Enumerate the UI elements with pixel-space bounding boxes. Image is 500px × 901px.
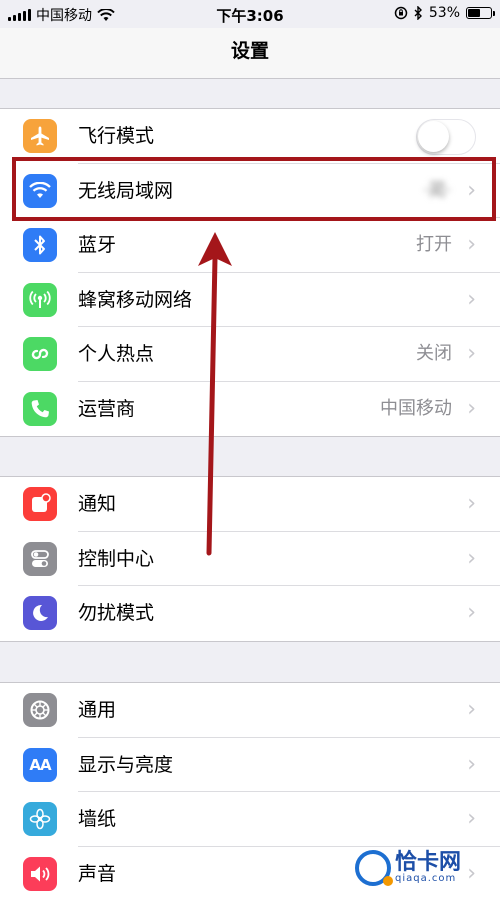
row-label: 飞行模式 [78,109,154,163]
row-cellular[interactable]: 蜂窝移动网络 › [0,273,500,328]
row-do-not-disturb[interactable]: 勿扰模式 › [0,586,500,641]
gear-icon [23,693,57,727]
row-label: 显示与亮度 [78,738,173,792]
row-label: 通知 [78,477,116,531]
watermark-mark-icon [355,850,391,886]
wifi-icon [23,174,57,208]
status-right: 53% [394,5,492,21]
moon-icon [23,596,57,630]
hotspot-icon [23,337,57,371]
signal-icon [8,9,31,21]
row-control-center[interactable]: 控制中心 › [0,532,500,587]
chevron-right-icon: › [467,327,476,381]
control-center-icon [23,542,57,576]
row-airplane-mode[interactable]: 飞行模式 [0,109,500,164]
page-title: 设置 [0,28,500,74]
cellular-icon [23,283,57,317]
chevron-right-icon: › [467,738,476,792]
watermark-title: 恰卡网 [395,852,461,874]
chevron-right-icon: › [467,532,476,586]
row-label: 蜂窝移动网络 [78,273,192,327]
battery-level [468,9,480,17]
airplane-icon [23,119,57,153]
row-label: 蓝牙 [78,218,116,272]
row-label: 无线局域网 [78,164,173,218]
row-notifications[interactable]: 通知 › [0,477,500,532]
chevron-right-icon: › [467,683,476,737]
bluetooth-icon [414,6,423,20]
row-label: 墙纸 [78,792,116,846]
toggle-knob [418,121,449,152]
chevron-right-icon: › [467,586,476,640]
chevron-right-icon: › [467,792,476,846]
wallpaper-icon [23,802,57,836]
wifi-network-name: ·蔺· [423,164,452,218]
row-label: 运营商 [78,382,135,436]
row-bluetooth[interactable]: 蓝牙 打开 › [0,218,500,273]
nav-bar: 设置 [0,28,500,79]
row-label: 声音 [78,847,116,901]
chevron-right-icon: › [467,164,476,218]
display-icon: AA [23,748,57,782]
chevron-right-icon: › [467,477,476,531]
battery-icon [466,7,492,19]
bluetooth-status: 打开 [416,218,452,272]
status-bar: 中国移动 下午3:06 53% [0,0,500,28]
row-carrier[interactable]: 运营商 中国移动 › [0,382,500,437]
row-general[interactable]: 通用 › [0,683,500,738]
watermark-text: 恰卡网 qiaqa.com [395,852,461,884]
row-wallpaper[interactable]: 墙纸 › [0,792,500,847]
chevron-right-icon: › [467,218,476,272]
settings-group-connectivity: 飞行模式 无线局域网 ·蔺· › 蓝牙 打开 › 蜂窝移动网络 › 个人热点 关… [0,108,500,437]
battery-percent: 53% [429,5,460,21]
settings-group-system: 通知 › 控制中心 › 勿扰模式 › [0,476,500,642]
sound-icon [23,857,57,891]
watermark-logo: 恰卡网 qiaqa.com [355,846,500,889]
row-personal-hotspot[interactable]: 个人热点 关闭 › [0,327,500,382]
watermark-subtitle: qiaqa.com [395,874,461,884]
chevron-right-icon: › [467,273,476,327]
wifi-icon [97,9,115,22]
row-wifi[interactable]: 无线局域网 ·蔺· › [0,164,500,219]
row-label: 控制中心 [78,532,154,586]
status-left: 中国移动 [8,5,115,25]
airplane-mode-toggle[interactable] [416,119,476,155]
phone-icon [23,392,57,426]
bluetooth-icon [23,228,57,262]
carrier-label: 中国移动 [36,5,92,25]
row-display-brightness[interactable]: AA 显示与亮度 › [0,738,500,793]
rotation-lock-icon [394,6,408,20]
display-icon-text: AA [29,756,50,774]
row-label: 通用 [78,683,116,737]
hotspot-status: 关闭 [416,327,452,381]
row-label: 勿扰模式 [78,586,154,640]
carrier-value: 中国移动 [380,382,452,436]
notification-icon [23,487,57,521]
row-label: 个人热点 [78,327,154,381]
chevron-right-icon: › [467,382,476,436]
